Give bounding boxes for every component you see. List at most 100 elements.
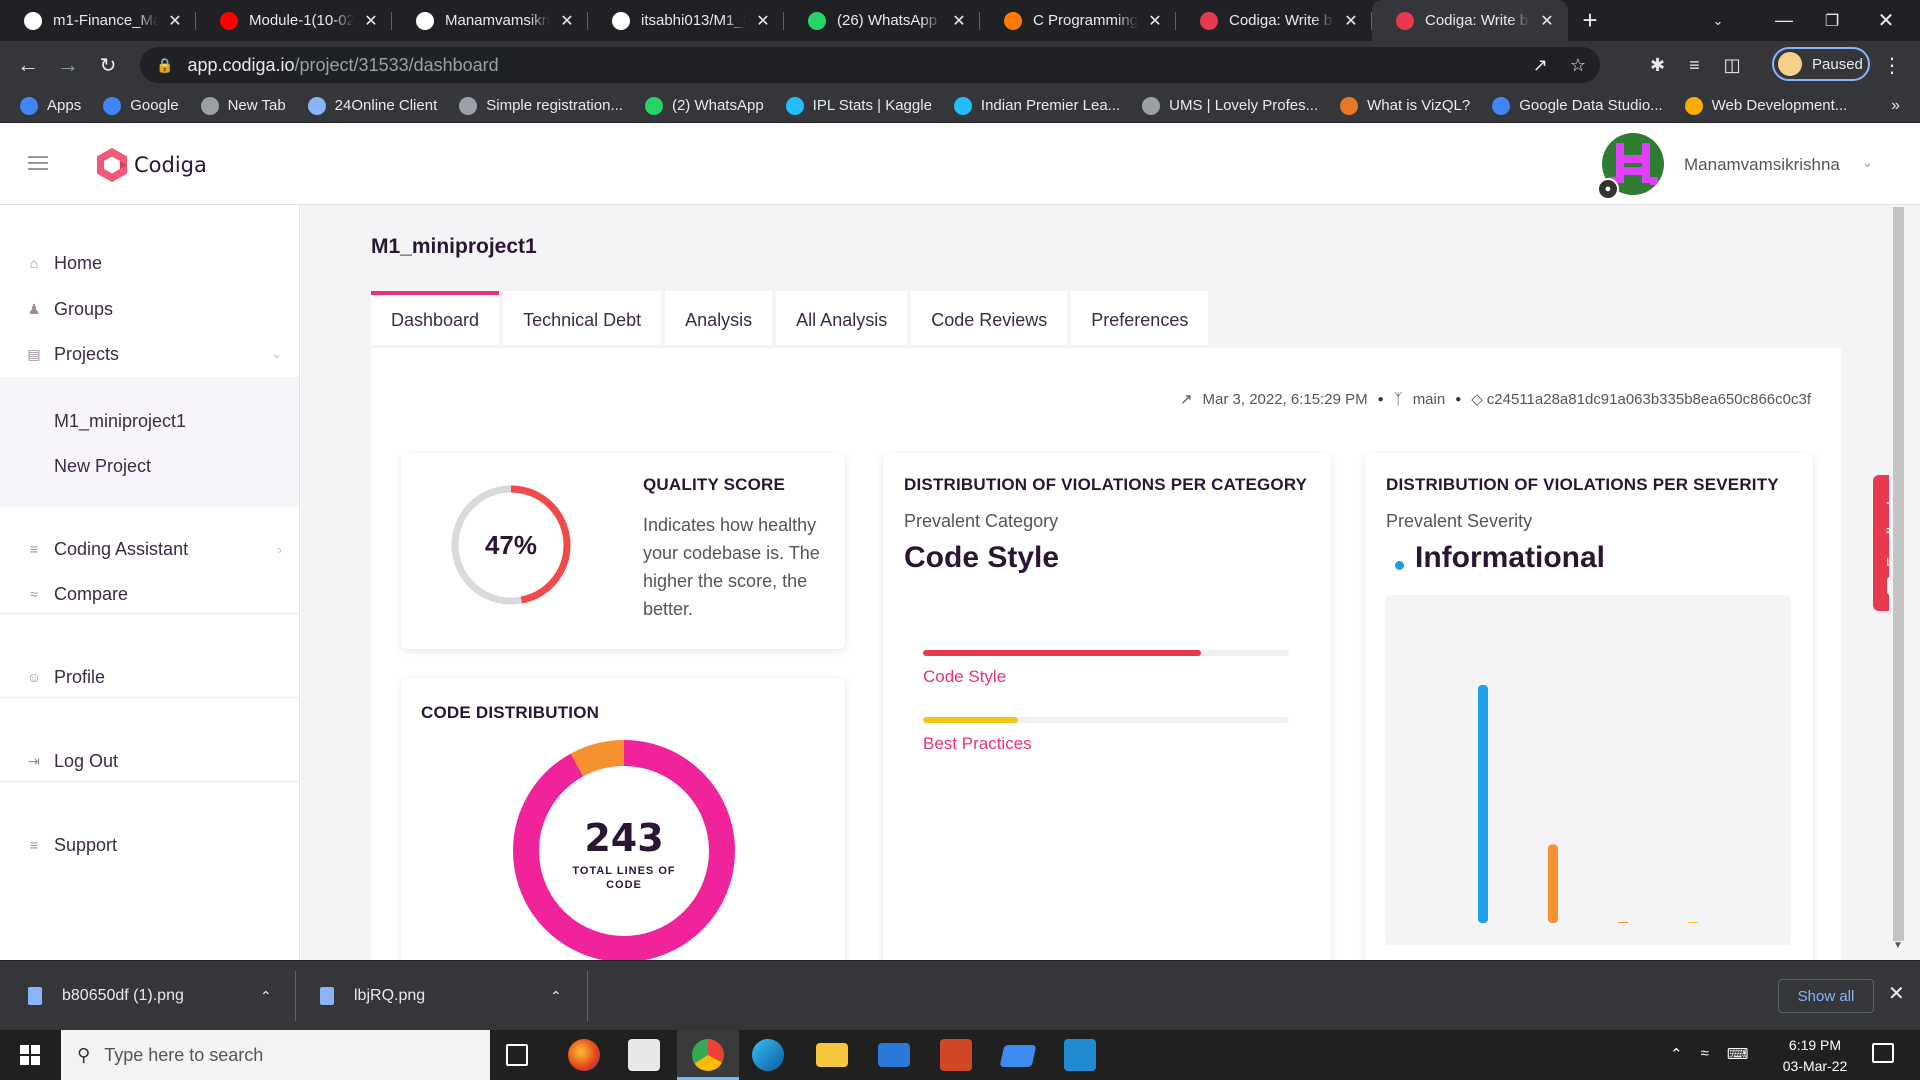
bookmark-item[interactable]: Google Data Studio...	[1492, 96, 1663, 115]
bookmark-item[interactable]: Web Development...	[1684, 96, 1847, 115]
new-tab-button[interactable]: +	[1568, 0, 1612, 41]
store-icon[interactable]	[628, 1039, 660, 1071]
tab-search-icon[interactable]: ⌄	[1694, 0, 1742, 41]
firefox-icon[interactable]	[568, 1039, 600, 1071]
sidebar-item-groups[interactable]: ♟ Groups	[0, 287, 300, 331]
extensions-icon[interactable]: ✱	[1650, 55, 1665, 76]
projects-icon: ▤	[27, 345, 41, 362]
powerpoint-icon[interactable]	[940, 1039, 972, 1071]
browser-tab-title: C Programming c	[1033, 12, 1138, 29]
sidebar-item-support[interactable]: ≡ Support	[0, 823, 300, 867]
chevron-down-icon[interactable]: ⌄	[1862, 155, 1873, 171]
commit-hash[interactable]: c24511a28a81dc91a063b335b8ea650c866c0c3f	[1487, 391, 1811, 408]
chart-line-icon: ↗	[1179, 391, 1193, 408]
task-view-icon[interactable]	[506, 1044, 528, 1066]
category-bar-label[interactable]: Best Practices	[923, 734, 1032, 754]
chevron-up-icon[interactable]: ⌃	[550, 988, 562, 1005]
network-app-icon[interactable]	[999, 1045, 1037, 1067]
notification-icon[interactable]	[1872, 1043, 1894, 1063]
browser-tab[interactable]: Module-1(10-02-2022) ✕	[196, 0, 392, 41]
category-bar-label[interactable]: Code Style	[923, 667, 1006, 687]
bookmark-item[interactable]: Apps	[20, 96, 81, 115]
close-tab-icon[interactable]: ✕	[950, 11, 968, 31]
browser-tab[interactable]: C Programming c ✕	[980, 0, 1176, 41]
bookmark-item[interactable]: IPL Stats | Kaggle	[785, 96, 932, 115]
bookmark-star-icon[interactable]: ☆	[1570, 55, 1586, 76]
tab-code-reviews[interactable]: Code Reviews	[911, 291, 1068, 345]
close-tab-icon[interactable]: ✕	[166, 11, 184, 31]
download-item[interactable]: b80650df (1).png ⌃	[28, 961, 272, 1031]
bookmark-item[interactable]: New Tab	[200, 96, 286, 115]
sidebar-item-logout[interactable]: ⇥ Log Out	[0, 739, 300, 783]
side-panel-icon[interactable]: ◫	[1724, 55, 1741, 76]
sidebar-item-compare[interactable]: ≈ Compare	[0, 572, 300, 616]
tab-dashboard[interactable]: Dashboard	[371, 291, 500, 345]
bookmark-item[interactable]: Indian Premier Lea...	[953, 96, 1120, 115]
close-tab-icon[interactable]: ✕	[1146, 11, 1164, 31]
sidebar-item-coding-assistant[interactable]: ≡ Coding Assistant ›	[0, 527, 300, 571]
minimize-icon[interactable]: —	[1760, 0, 1808, 41]
bookmark-item[interactable]: 24Online Client	[307, 96, 437, 115]
wifi-icon[interactable]: ≈	[1701, 1045, 1709, 1063]
mail-icon[interactable]	[878, 1043, 910, 1067]
more-bookmarks-icon[interactable]: »	[1891, 97, 1900, 115]
tab-preferences[interactable]: Preferences	[1071, 291, 1209, 345]
back-icon[interactable]: ←	[8, 45, 48, 85]
profile-button[interactable]: Paused	[1772, 47, 1870, 81]
sidebar-item-project[interactable]: M1_miniproject1	[54, 411, 186, 432]
tab-all-analysis[interactable]: All Analysis	[776, 291, 908, 345]
hamburger-menu-icon[interactable]	[28, 156, 48, 170]
sidebar-item-profile[interactable]: ☺ Profile	[0, 655, 300, 699]
close-tab-icon[interactable]: ✕	[1342, 11, 1360, 31]
reload-icon[interactable]: ↻	[88, 45, 128, 85]
bookmark-item[interactable]: Simple registration...	[459, 96, 623, 115]
scrollbar-thumb[interactable]	[1893, 207, 1904, 941]
browser-tab[interactable]: Codiga: Write bet ✕	[1372, 0, 1568, 41]
restore-icon[interactable]: ❐	[1808, 0, 1856, 41]
edge-icon[interactable]	[752, 1039, 784, 1071]
tab-technical-debt[interactable]: Technical Debt	[503, 291, 662, 345]
taskbar-clock[interactable]: 6:19 PM 03-Mar-22	[1770, 1035, 1860, 1077]
close-tab-icon[interactable]: ✕	[1538, 11, 1556, 31]
user-name[interactable]: Manamvamsikrishna	[1684, 155, 1840, 175]
keyboard-icon[interactable]: ⌨	[1727, 1045, 1749, 1063]
close-icon[interactable]: ✕	[1888, 981, 1905, 1006]
show-all-button[interactable]: Show all	[1778, 979, 1874, 1013]
reading-list-icon[interactable]: ≡	[1689, 55, 1700, 76]
tab-analysis[interactable]: Analysis	[665, 291, 773, 345]
url-field[interactable]: 🔒 app.codiga.io/project/31533/dashboard …	[140, 47, 1600, 83]
chevron-right-icon: ›	[277, 541, 282, 557]
windows-start-icon[interactable]	[20, 1045, 40, 1065]
severity-bar	[1478, 685, 1488, 923]
vscode-icon[interactable]	[1064, 1039, 1096, 1071]
forward-icon[interactable]: →	[48, 45, 88, 85]
browser-tab[interactable]: (26) WhatsApp ✕	[784, 0, 980, 41]
browser-tab[interactable]: Codiga: Write bet ✕	[1176, 0, 1372, 41]
chrome-icon[interactable]	[692, 1039, 724, 1071]
chevron-up-icon[interactable]: ⌃	[260, 988, 272, 1005]
close-tab-icon[interactable]: ✕	[754, 11, 772, 31]
sidebar-item-home[interactable]: ⌂ Home	[0, 241, 300, 285]
browser-tab[interactable]: Manamvamsikrishna ✕	[392, 0, 588, 41]
bookmark-item[interactable]: What is VizQL?	[1340, 96, 1470, 115]
browser-tab[interactable]: itsabhi013/M1_Sr ✕	[588, 0, 784, 41]
menu-kebab-icon[interactable]: ⋮	[1882, 53, 1902, 78]
sidebar-item-new-project[interactable]: New Project	[54, 456, 151, 477]
close-window-icon[interactable]: ✕	[1862, 0, 1910, 41]
taskbar-search-input[interactable]: ⚲ Type here to search	[61, 1030, 490, 1080]
close-tab-icon[interactable]: ✕	[558, 11, 576, 31]
file-explorer-icon[interactable]	[816, 1043, 848, 1067]
bookmark-item[interactable]: UMS | Lovely Profes...	[1142, 96, 1318, 115]
sidebar-item-projects[interactable]: ▤ Projects ⌄	[0, 332, 300, 376]
bookmark-item[interactable]: Google	[103, 96, 179, 115]
google-icon	[103, 96, 122, 115]
share-icon[interactable]: ↗	[1533, 55, 1548, 76]
download-item[interactable]: lbjRQ.png ⌃	[320, 961, 562, 1031]
chevron-up-icon[interactable]: ⌃	[1670, 1045, 1683, 1063]
severity-distribution-card: DISTRIBUTION OF VIOLATIONS PER SEVERITY …	[1365, 453, 1813, 960]
close-tab-icon[interactable]: ✕	[362, 11, 380, 31]
scroll-down-icon[interactable]: ▼	[1893, 940, 1903, 951]
bookmark-item[interactable]: (2) WhatsApp	[644, 96, 764, 115]
browser-tab[interactable]: m1-Finance_Management ✕	[0, 0, 196, 41]
codiga-logo[interactable]: Codiga	[94, 147, 207, 183]
